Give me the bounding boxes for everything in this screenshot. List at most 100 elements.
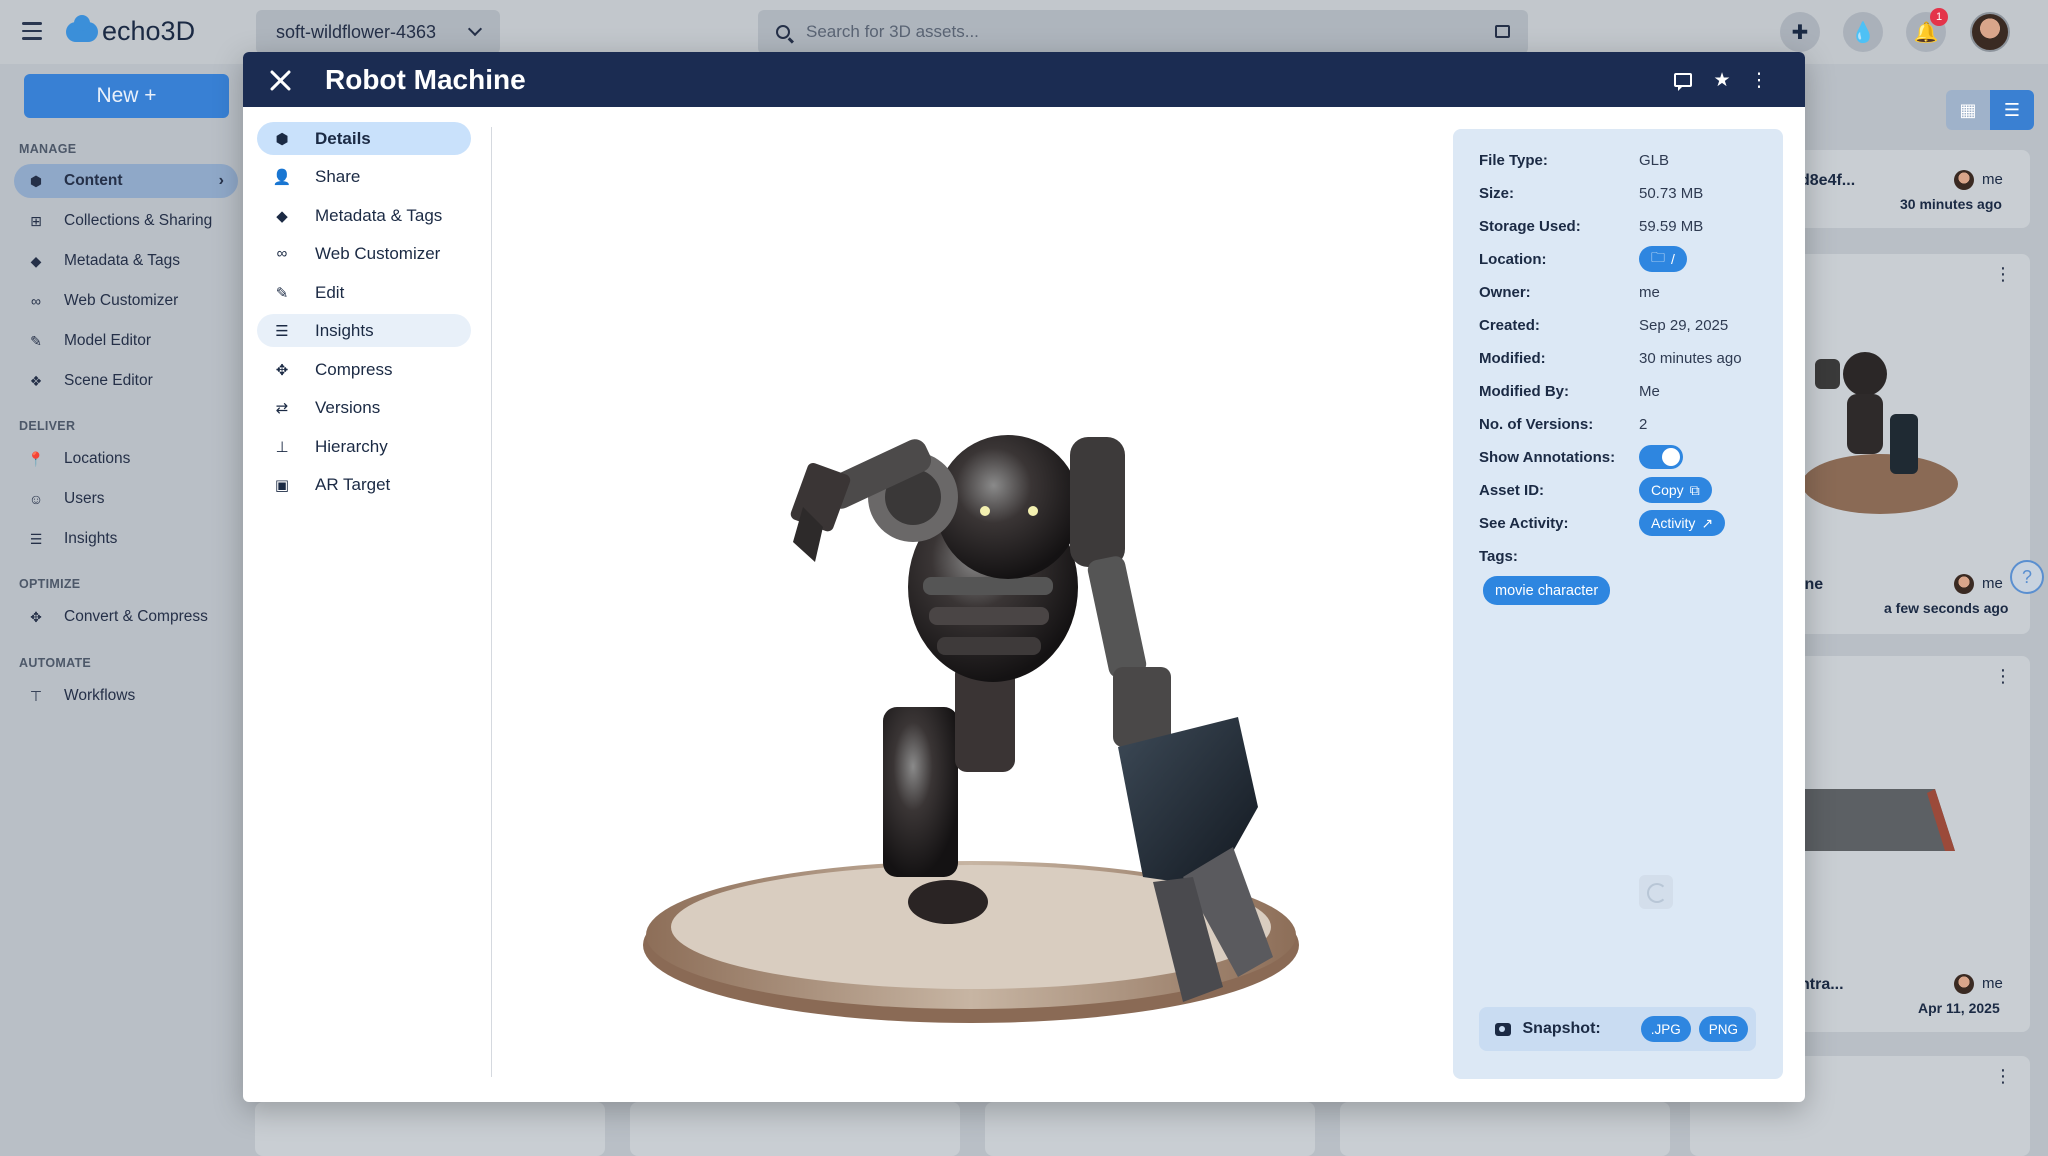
detail-annotations: Show Annotations:: [1479, 444, 1779, 470]
tab-details[interactable]: ⬢ Details: [257, 122, 471, 155]
section-manage: MANAGE: [19, 142, 77, 156]
help-icon[interactable]: ?: [2010, 560, 2044, 594]
card-title: d8e4f...: [1800, 172, 1856, 189]
modified-by-value: Me: [1639, 382, 1660, 400]
project-selector[interactable]: soft-wildflower-4363: [256, 10, 500, 54]
sidebar-item-convert[interactable]: ✥ Convert & Compress: [14, 600, 238, 634]
more-vert-icon[interactable]: ⋮: [1994, 264, 2012, 285]
sidebar-item-label: Convert & Compress: [64, 608, 208, 625]
tab-ar-target[interactable]: ▣ AR Target: [257, 468, 471, 501]
grid-view-icon[interactable]: ▦: [1946, 90, 1990, 130]
card-time: a few seconds ago: [1884, 600, 2009, 616]
tab-compress[interactable]: ✥ Compress: [257, 353, 471, 386]
card-owner: me: [1954, 170, 2003, 190]
hierarchy-icon: ⊥: [275, 438, 289, 456]
avatar: [1954, 574, 1974, 594]
tab-hierarchy[interactable]: ⊥ Hierarchy: [257, 430, 471, 463]
user-avatar[interactable]: [1970, 12, 2010, 52]
sidebar-item-model-editor[interactable]: ✎ Model Editor: [14, 324, 238, 358]
snapshot-jpg-button[interactable]: .JPG: [1640, 1016, 1691, 1042]
bell-icon[interactable]: 🔔 1: [1906, 8, 1948, 52]
app-logo[interactable]: echo3D: [66, 14, 195, 47]
tab-web-customizer[interactable]: ∞ Web Customizer: [257, 237, 471, 270]
location-button[interactable]: 🗀 /: [1639, 246, 1687, 272]
file-type-value: GLB: [1639, 151, 1670, 169]
sidebar: New + MANAGE ⬢ Content › ⊞ Collections &…: [0, 64, 240, 1156]
sidebar-item-content[interactable]: ⬢ Content ›: [14, 164, 238, 198]
size-value: 50.73 MB: [1639, 184, 1704, 202]
tab-versions[interactable]: ⇄ Versions: [257, 391, 471, 424]
card-title: ntra...: [1800, 976, 1844, 993]
detail-versions: No. of Versions: 2: [1479, 415, 1648, 433]
notification-badge: 1: [1930, 8, 1948, 26]
sidebar-item-label: Users: [64, 490, 105, 507]
snapshot-label: Snapshot:: [1522, 1020, 1601, 1037]
asset-card[interactable]: [630, 1102, 960, 1156]
search-input[interactable]: Search for 3D assets...: [806, 22, 979, 42]
copy-icon: ⧉: [1689, 481, 1700, 498]
puzzle-icon[interactable]: ✚: [1780, 12, 1820, 52]
vr-glasses-icon: ∞: [276, 245, 288, 262]
copy-asset-id-button[interactable]: Copy ⧉: [1639, 477, 1712, 503]
tab-label: AR Target: [315, 474, 391, 494]
storage-value: 59.59 MB: [1639, 217, 1704, 235]
modal-nav: ⬢ Details 👤 Share ◆ Metadata & Tags ∞ We…: [243, 107, 493, 1102]
tab-insights[interactable]: ☰ Insights: [257, 314, 471, 347]
activity-button[interactable]: Activity ↗: [1639, 510, 1726, 536]
card-thumbnail: [1795, 789, 1955, 851]
tab-share[interactable]: 👤 Share: [257, 160, 471, 193]
workflow-icon: ⊤: [29, 687, 43, 704]
new-button[interactable]: New +: [24, 74, 229, 118]
avatar: [1954, 974, 1974, 994]
snapshot-png-button[interactable]: PNG: [1698, 1016, 1748, 1042]
detail-modified: Modified: 30 minutes ago: [1479, 349, 1742, 367]
tab-label: Versions: [315, 397, 381, 417]
sidebar-item-users[interactable]: ☺ Users: [14, 482, 238, 516]
avatar: [1954, 170, 1974, 190]
section-deliver: DELIVER: [19, 419, 76, 433]
sidebar-item-workflows[interactable]: ⊤ Workflows: [14, 679, 238, 713]
tab-edit[interactable]: ✎ Edit: [257, 276, 471, 309]
sidebar-item-label: Locations: [64, 450, 131, 467]
tab-label: Edit: [315, 282, 345, 302]
tag-chip[interactable]: movie character: [1483, 576, 1611, 605]
tab-label: Insights: [315, 320, 374, 340]
asset-card[interactable]: [255, 1102, 605, 1156]
image-search-icon[interactable]: [1495, 25, 1510, 38]
chart-icon: ↗: [1701, 514, 1714, 531]
compress-icon: ✥: [30, 608, 42, 625]
sidebar-item-collections[interactable]: ⊞ Collections & Sharing: [14, 204, 238, 238]
sidebar-item-label: Collections & Sharing: [64, 212, 213, 229]
details-panel: File Type: GLB Size: 50.73 MB Storage Us…: [1453, 129, 1783, 1079]
sidebar-item-scene-editor[interactable]: ❖ Scene Editor: [14, 364, 238, 398]
annotations-toggle[interactable]: [1639, 445, 1683, 469]
folder-icon: 🗀: [1651, 249, 1665, 265]
sidebar-item-insights[interactable]: ☰ Insights: [14, 522, 238, 556]
sidebar-item-web-customizer[interactable]: ∞ Web Customizer: [14, 284, 238, 318]
asset-details-modal: Robot Machine ★ ⋮ ⬢ Details 👤 Share ◆ Me…: [243, 52, 1805, 1102]
sidebar-item-metadata[interactable]: ◆ Metadata & Tags: [14, 244, 238, 278]
star-icon[interactable]: ★: [1710, 68, 1734, 92]
robot-model-render: [643, 435, 1299, 1023]
close-icon[interactable]: [269, 68, 293, 92]
asset-card[interactable]: [1340, 1102, 1670, 1156]
search-bar[interactable]: Search for 3D assets...: [758, 10, 1528, 54]
more-vert-icon[interactable]: ⋮: [1994, 666, 2012, 687]
hamburger-menu-icon[interactable]: [22, 22, 42, 40]
detail-asset-id: Asset ID: Copy ⧉: [1479, 477, 1779, 503]
drop-icon[interactable]: 💧: [1843, 12, 1883, 52]
detail-modified-by: Modified By: Me: [1479, 382, 1660, 400]
card-time: Apr 11, 2025: [1918, 1000, 2000, 1016]
3d-model-viewer[interactable]: [493, 107, 1453, 1102]
shapes-icon: ❖: [29, 372, 43, 389]
more-vert-icon[interactable]: ⋮: [1747, 68, 1771, 92]
tab-metadata[interactable]: ◆ Metadata & Tags: [257, 199, 471, 232]
comment-icon[interactable]: [1671, 68, 1695, 92]
loading-spinner: [1639, 875, 1673, 909]
asset-card[interactable]: [985, 1102, 1315, 1156]
detail-location: Location: 🗀 /: [1479, 246, 1779, 272]
detail-storage: Storage Used: 59.59 MB: [1479, 217, 1704, 235]
sidebar-item-locations[interactable]: 📍 Locations: [14, 442, 238, 476]
list-view-icon[interactable]: ☰: [1990, 90, 2034, 130]
more-vert-icon[interactable]: ⋮: [1994, 1066, 2012, 1087]
